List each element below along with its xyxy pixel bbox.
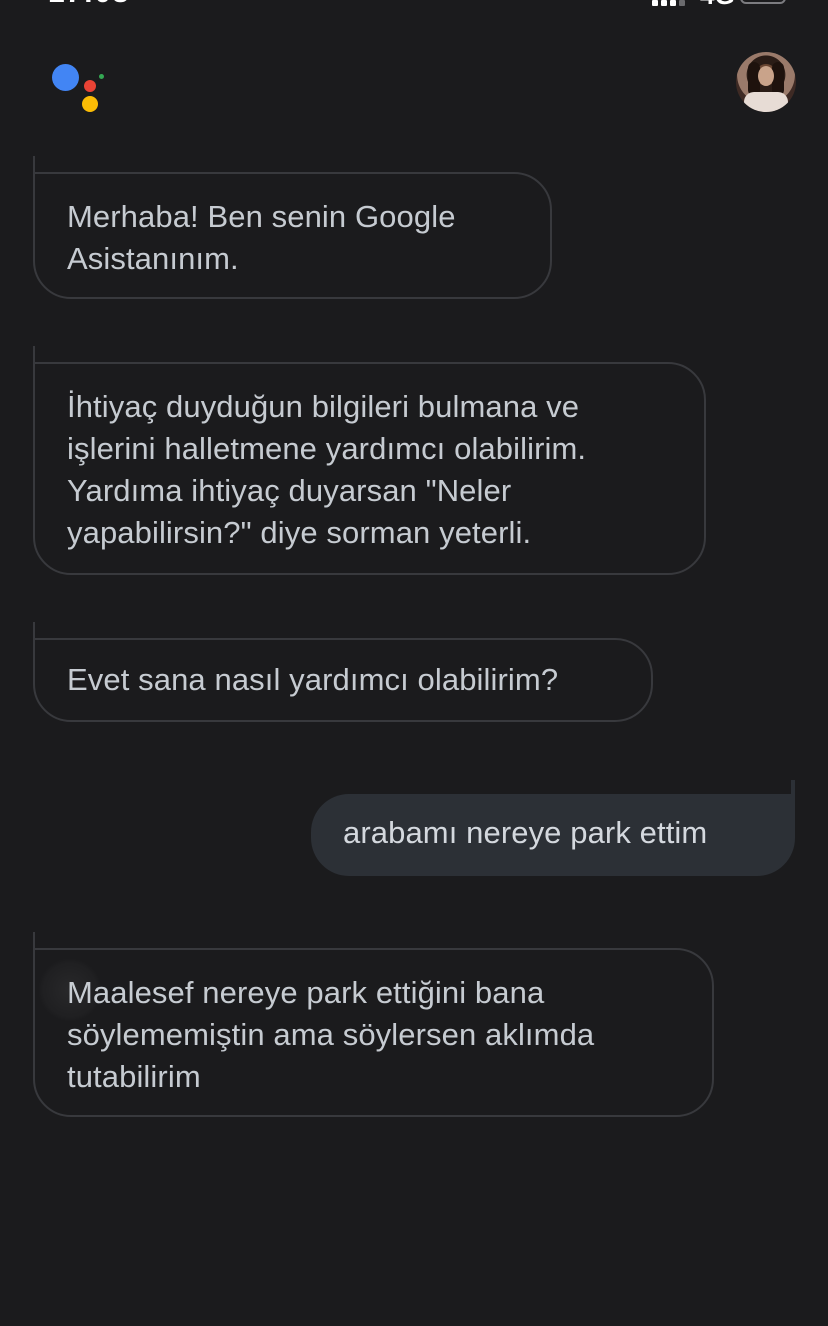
avatar[interactable]: [736, 52, 796, 112]
google-assistant-icon: [50, 62, 110, 122]
signal-icon: [652, 0, 685, 6]
status-bar: 17:08 4G: [0, 0, 828, 10]
assistant-message: Merhaba! Ben senin Google Asistanınım.: [33, 156, 552, 299]
status-time: 17:08: [48, 0, 130, 10]
assistant-message: Evet sana nasıl yardımcı olabilirim?: [33, 622, 653, 722]
assistant-message: İhtiyaç duyduğun bilgileri bulmana ve iş…: [33, 346, 706, 575]
battery-icon: [740, 0, 786, 4]
assistant-message: Maalesef nereye park ettiğini bana söyle…: [33, 932, 714, 1117]
user-message: arabamı nereye park ettim: [311, 780, 795, 876]
network-label: 4G: [700, 0, 735, 10]
